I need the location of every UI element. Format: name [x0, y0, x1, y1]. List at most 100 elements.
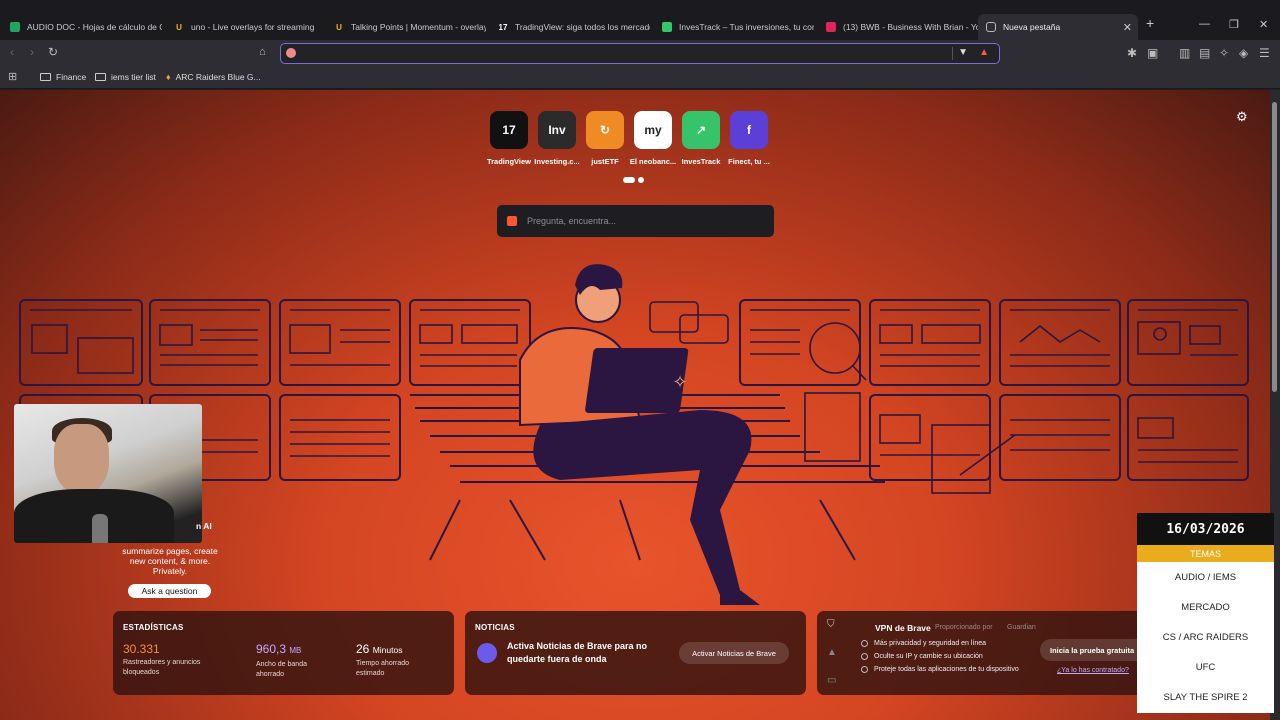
bookmark-finance[interactable]: Finance	[40, 72, 86, 82]
vpn-title: VPN de Brave	[875, 623, 931, 633]
investrack-icon	[662, 22, 672, 32]
tab-audio-doc[interactable]: AUDIO DOC - Hojas de cálculo de G	[2, 14, 162, 40]
myinvestor-icon: my	[634, 111, 672, 149]
vpn-provider: Proporcionado por	[935, 624, 993, 631]
tradingview-icon: 17	[490, 111, 528, 149]
brave-rewards-icon[interactable]: ▲	[979, 47, 989, 58]
sparkle-icon: ✧	[672, 372, 687, 392]
investing-icon: Inv	[538, 111, 576, 149]
bookmark-arc-raiders[interactable]: ♦ ARC Raiders Blue G...	[166, 72, 261, 82]
leo-description: summarize pages, create new content, & m…	[122, 546, 218, 576]
close-icon[interactable]: ✕	[1123, 21, 1132, 34]
gear-icon[interactable]: ⚙	[1236, 109, 1248, 125]
list-item: Oculte su IP y cambie su ubicación	[861, 653, 983, 660]
top-site-investing[interactable]: Inv Investing.c...	[534, 111, 580, 166]
folder-icon	[40, 73, 51, 81]
news-text: Activa Noticias de Brave para no quedart…	[507, 641, 648, 664]
youtube-icon	[826, 22, 836, 32]
apps-grid-icon[interactable]: ⊞	[8, 70, 17, 83]
top-sites: 17 TradingView Inv Investing.c... ↻ justETF…	[487, 111, 770, 166]
search-engine-icon	[286, 48, 296, 58]
enable-news-button[interactable]: Activar Noticias de Brave	[679, 642, 789, 664]
list-item: MERCADO	[1181, 602, 1230, 613]
brave-logo-icon	[507, 216, 517, 226]
sheets-icon	[10, 22, 20, 32]
uno-icon: U	[176, 22, 182, 32]
camera-icon[interactable]: ▭	[827, 675, 836, 686]
vpn-already-link[interactable]: ¿Ya lo has contratado?	[1057, 667, 1129, 674]
brave-shield-icon	[986, 22, 996, 32]
restore-button[interactable]: ❐	[1229, 18, 1239, 31]
leo-ai-icon[interactable]: ✧	[1219, 46, 1229, 60]
vpn-provider-name: Guardian	[1007, 624, 1036, 631]
folder-icon	[95, 73, 106, 81]
list-item: Proteje todas las aplicaciones de tu dis…	[861, 666, 1019, 673]
microphone-icon	[92, 514, 108, 543]
stats-title: ESTADÍSTICAS	[123, 623, 184, 632]
pager-dot[interactable]	[638, 177, 644, 183]
tab-investrack[interactable]: InvesTrack – Tus inversiones, tu com	[654, 14, 814, 40]
overlay-date: 16/03/2026	[1137, 513, 1274, 545]
webcam-feed	[14, 404, 202, 543]
extensions-icon[interactable]: ✱	[1127, 46, 1137, 60]
list-item: Más privacidad y seguridad en línea	[861, 640, 986, 647]
leo-ai-label: n AI	[196, 521, 212, 531]
back-icon[interactable]: ‹	[10, 45, 14, 59]
tab-tradingview[interactable]: 17 TradingView: siga todos los mercado	[490, 14, 650, 40]
top-sites-pager[interactable]	[623, 177, 644, 183]
tab-uno[interactable]: Uuno - Live overlays for streaming	[166, 14, 322, 40]
trackers-stat: 30.331 Rastreadores y anuncios bloqueados	[123, 642, 201, 676]
tab-youtube[interactable]: (13) BWB - Business With Brian - You	[818, 14, 978, 40]
vpn-card: ⛉ ▲ ▭ VPN de Brave Proporcionado por Gua…	[817, 611, 1148, 695]
news-title: NOTICIAS	[475, 623, 515, 632]
stream-topics-overlay: 16/03/2026 TEMAS AUDIO / IEMS MERCADO CS…	[1137, 513, 1274, 713]
list-item: UFC	[1195, 662, 1216, 673]
investrack-icon: ↗	[682, 111, 720, 149]
top-site-finect[interactable]: f Finect, tu ...	[728, 111, 770, 166]
vpn-icon[interactable]: ◈	[1239, 46, 1248, 60]
list-item: SLAY THE SPIRE 2	[1163, 692, 1248, 703]
menu-icon[interactable]: ☰	[1259, 46, 1270, 60]
tab-momentum[interactable]: U Talking Points | Momentum - overlay	[326, 14, 486, 40]
list-item: CS / ARC RAIDERS	[1162, 632, 1249, 643]
brave-shields-icon[interactable]: ▼	[958, 47, 968, 58]
address-bar[interactable]: ▼ ▲	[280, 43, 1000, 64]
list-item: AUDIO / IEMS	[1174, 572, 1237, 583]
warning-icon[interactable]: ▲	[827, 647, 837, 658]
bookmark-iems[interactable]: iems tier list	[95, 72, 156, 82]
momentum-icon: U	[336, 22, 342, 32]
time-stat: 26 Minutos Tiempo ahorrado estimado	[356, 642, 410, 677]
bookmark-icon[interactable]: ⌂	[259, 46, 266, 58]
search-input[interactable]: Pregunta, encuentra...	[497, 205, 774, 237]
top-site-tradingview[interactable]: 17 TradingView	[487, 111, 531, 166]
vpn-widget-icon[interactable]: ⛉	[827, 619, 835, 630]
top-site-justetf[interactable]: ↻ justETF	[586, 111, 624, 166]
finect-icon: f	[730, 111, 768, 149]
person-head	[54, 424, 109, 494]
tab-strip: AUDIO DOC - Hojas de cálculo de G Uuno -…	[0, 0, 1280, 40]
new-tab-button[interactable]: +	[1146, 15, 1154, 31]
ask-question-button[interactable]: Ask a question	[128, 584, 211, 598]
divider	[952, 47, 953, 60]
pager-dot-active[interactable]	[623, 177, 635, 183]
justetf-icon: ↻	[586, 111, 624, 149]
arc-icon: ♦	[166, 72, 171, 82]
wallet-icon[interactable]: ▤	[1199, 46, 1210, 60]
news-card: NOTICIAS Activa Noticias de Brave para n…	[465, 611, 806, 695]
reload-icon[interactable]: ↻	[48, 45, 58, 59]
tab-new-tab[interactable]: Nueva pestaña ✕	[978, 14, 1138, 40]
vpn-trial-button[interactable]: Inicia la prueba gratuita	[1040, 639, 1148, 661]
top-site-neobank[interactable]: my El neobanc...	[630, 111, 676, 166]
minimize-button[interactable]: —	[1199, 18, 1210, 30]
forward-icon[interactable]: ›	[30, 45, 34, 59]
close-window-button[interactable]: ✕	[1259, 18, 1268, 31]
bandwidth-stat: 960,3 MB Ancho de banda ahorrado	[256, 642, 307, 678]
scrollbar-thumb[interactable]	[1272, 102, 1277, 392]
screenshot-icon[interactable]: ▣	[1147, 46, 1158, 60]
sidebar-icon[interactable]: ▥	[1179, 46, 1190, 60]
stats-card: ESTADÍSTICAS 30.331 Rastreadores y anunci…	[113, 611, 454, 695]
top-site-investrack[interactable]: ↗ InvesTrack	[682, 111, 720, 166]
overlay-header: TEMAS	[1137, 545, 1274, 562]
news-icon	[477, 643, 497, 663]
tradingview-icon: 17	[498, 22, 508, 32]
